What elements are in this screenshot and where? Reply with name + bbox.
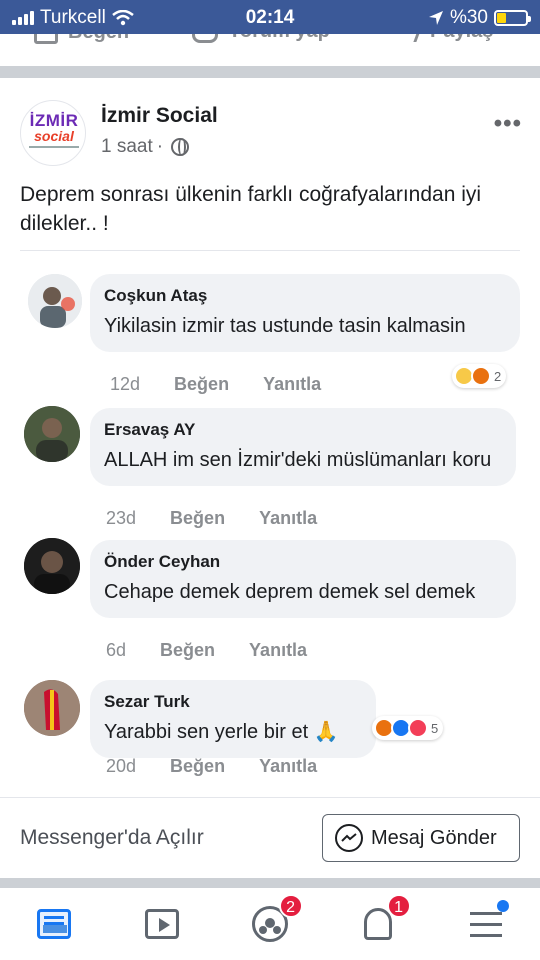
reaction-summary[interactable]: 2 [452, 364, 507, 388]
menu-notification-dot [496, 900, 509, 912]
post-divider [20, 250, 520, 251]
globe-icon [171, 138, 190, 156]
share-arrow-icon [388, 34, 424, 42]
section-divider [0, 66, 540, 78]
comment-actions: 20d Beğen Yanıtla [106, 756, 317, 777]
logo-text-social: social [34, 128, 74, 144]
tab-watch[interactable] [108, 888, 216, 960]
post-text: Deprem sonrası ülkenin farklı coğrafyala… [20, 183, 482, 235]
comment-action[interactable]: Yorum yap [192, 34, 330, 43]
bottom-nav: 2 1 [0, 888, 540, 960]
bell-icon [364, 908, 392, 940]
comment-bubble[interactable]: Ersavaş AY ALLAH im sen İzmir'deki müslü… [90, 408, 516, 486]
comment-age: 6d [106, 640, 127, 660]
comment-bubble[interactable]: Önder Ceyhan Cehape demek deprem demek s… [90, 540, 516, 618]
menu-icon [470, 922, 502, 926]
comment-text: Cehape demek deprem demek sel demek [104, 581, 476, 603]
comment-like-button[interactable]: Beğen [174, 374, 229, 395]
groups-badge: 2 [278, 894, 303, 918]
comment-like-button[interactable]: Beğen [170, 508, 225, 529]
avatar[interactable] [24, 406, 80, 462]
reaction-summary[interactable]: 5 [372, 716, 444, 740]
tab-menu[interactable] [432, 888, 540, 960]
page-name[interactable]: İzmir Social [101, 104, 218, 128]
avatar[interactable] [24, 538, 80, 594]
share-action[interactable]: Paylaş [388, 34, 493, 43]
comment-text: Yikilasin izmir tas ustunde tasin kalmas… [104, 315, 466, 337]
nav-divider [0, 878, 540, 888]
like-action-label: Beğen [68, 34, 129, 44]
meta-separator: · [156, 136, 164, 157]
avatar-image [28, 274, 82, 328]
send-message-button[interactable]: Mesaj Gönder [322, 814, 520, 862]
avatar-image [24, 538, 80, 594]
battery-info: %30 [428, 7, 531, 29]
reaction-count: 2 [494, 368, 502, 384]
reaction-count: 5 [431, 720, 439, 736]
comment-text: Yarabbi sen yerle bir et 🙏 [104, 721, 339, 743]
comment-age: 12d [110, 374, 141, 394]
battery-percent: %30 [449, 7, 488, 28]
comment-actions: 12d Beğen Yanıtla [110, 374, 321, 395]
messenger-icon [335, 824, 363, 852]
comment-reply-button[interactable]: Yanıtla [259, 756, 317, 777]
comment-author[interactable]: Coşkun Ataş [104, 286, 506, 306]
logo-underline [29, 146, 79, 148]
comment-age: 23d [106, 508, 137, 528]
comment-bubble-icon [192, 34, 218, 43]
tab-notifications[interactable]: 1 [324, 888, 432, 960]
angry-reaction-icon [471, 366, 491, 386]
comment-actions: 23d Beğen Yanıtla [106, 508, 317, 529]
comment-reply-button[interactable]: Yanıtla [259, 508, 317, 529]
send-message-label: Mesaj Gönder [371, 826, 497, 849]
location-arrow-icon [428, 11, 443, 25]
post-time[interactable]: 1 saat [101, 136, 153, 158]
comment-author[interactable]: Önder Ceyhan [104, 552, 502, 572]
post-meta: 1 saat · [101, 136, 190, 158]
thumbs-up-icon [34, 34, 58, 44]
open-in-messenger-link[interactable]: Messenger'da Açılır [20, 826, 204, 850]
status-bar: Turkcell 02:14 %30 [0, 0, 540, 34]
avatar[interactable] [28, 274, 82, 328]
comment-actions: 6d Beğen Yanıtla [106, 640, 307, 661]
tab-groups[interactable]: 2 [216, 888, 324, 960]
comment-text: ALLAH im sen İzmir'deki müslümanları kor… [104, 449, 492, 471]
share-action-label: Paylaş [430, 34, 493, 43]
more-options-icon[interactable]: ••• [494, 110, 522, 138]
video-icon [145, 909, 179, 939]
comment-age: 20d [106, 756, 137, 776]
comment-author[interactable]: Sezar Turk [104, 692, 362, 712]
comment-like-button[interactable]: Beğen [170, 756, 225, 777]
love-reaction-icon [408, 718, 428, 738]
comment-reply-button[interactable]: Yanıtla [249, 640, 307, 661]
comment-bubble[interactable]: Sezar Turk Yarabbi sen yerle bir et 🙏 [90, 680, 376, 758]
comment-author[interactable]: Ersavaş AY [104, 420, 502, 440]
battery-icon [494, 10, 531, 26]
like-action[interactable]: Beğen [34, 34, 129, 44]
avatar-image [24, 406, 80, 462]
tab-news-feed[interactable] [0, 888, 108, 960]
notifications-badge: 1 [386, 894, 411, 918]
comment-bubble[interactable]: Coşkun Ataş Yikilasin izmir tas ustunde … [90, 274, 520, 352]
avatar[interactable] [24, 680, 80, 736]
avatar-image [24, 680, 80, 736]
post-action-bar: Beğen Yorum yap Paylaş [0, 34, 540, 50]
comment-reply-button[interactable]: Yanıtla [263, 374, 321, 395]
news-feed-icon [37, 909, 71, 939]
comment-action-label: Yorum yap [228, 34, 330, 43]
comment-like-button[interactable]: Beğen [160, 640, 215, 661]
messenger-divider [0, 797, 540, 798]
page-avatar[interactable]: İZMİR social [20, 100, 86, 166]
